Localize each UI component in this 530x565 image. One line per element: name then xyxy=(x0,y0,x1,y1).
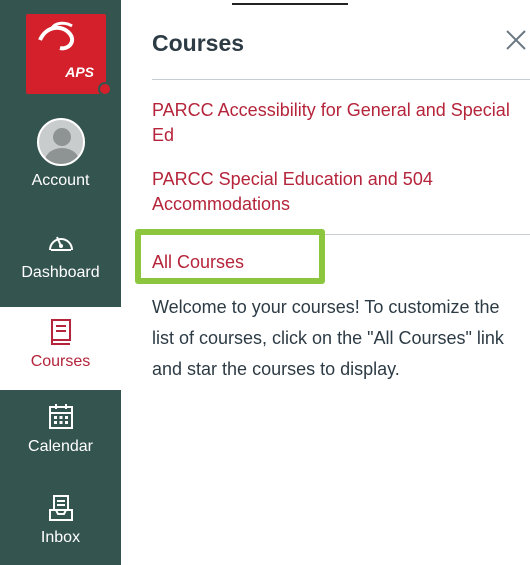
dashboard-gauge-icon xyxy=(48,236,73,251)
inbox-icon xyxy=(48,495,73,521)
book-icon xyxy=(50,319,71,345)
nav-calendar-label: Calendar xyxy=(28,438,93,455)
nav-dashboard-label: Dashboard xyxy=(21,264,100,281)
course-link-parcc-special-education[interactable]: PARCC Special Education and 504 Accommod… xyxy=(152,167,512,217)
apple-logo-icon xyxy=(38,21,75,51)
nav-courses[interactable]: Courses xyxy=(0,307,121,390)
nav-dashboard[interactable]: Dashboard xyxy=(0,228,121,282)
global-navigation: APS Account Dashboard Courses Calendar I… xyxy=(0,0,121,565)
calendar-icon xyxy=(48,404,73,429)
nav-inbox[interactable]: Inbox xyxy=(0,493,121,547)
courses-tray: Courses PARCC Accessibility for General … xyxy=(121,0,530,565)
all-courses-link[interactable]: All Courses xyxy=(152,252,244,273)
nav-courses-label: Courses xyxy=(30,353,91,370)
close-icon[interactable] xyxy=(503,27,529,53)
logo-badge xyxy=(98,82,112,96)
tray-title: Courses xyxy=(152,30,245,56)
aps-logo[interactable]: APS xyxy=(26,14,112,96)
logo-text: APS xyxy=(65,64,94,80)
welcome-message: Welcome to your courses! To customize th… xyxy=(152,297,504,379)
nav-account-label: Account xyxy=(31,172,90,189)
tray-divider-top xyxy=(152,79,530,80)
nav-account[interactable]: Account xyxy=(0,118,121,190)
user-avatar-icon xyxy=(36,118,85,166)
nav-calendar[interactable]: Calendar xyxy=(0,402,121,456)
screenshot-frame: APS Account Dashboard Courses Calendar I… xyxy=(0,0,530,565)
course-link-parcc-accessibility[interactable]: PARCC Accessibility for General and Spec… xyxy=(152,98,512,148)
nav-inbox-label: Inbox xyxy=(40,529,81,546)
